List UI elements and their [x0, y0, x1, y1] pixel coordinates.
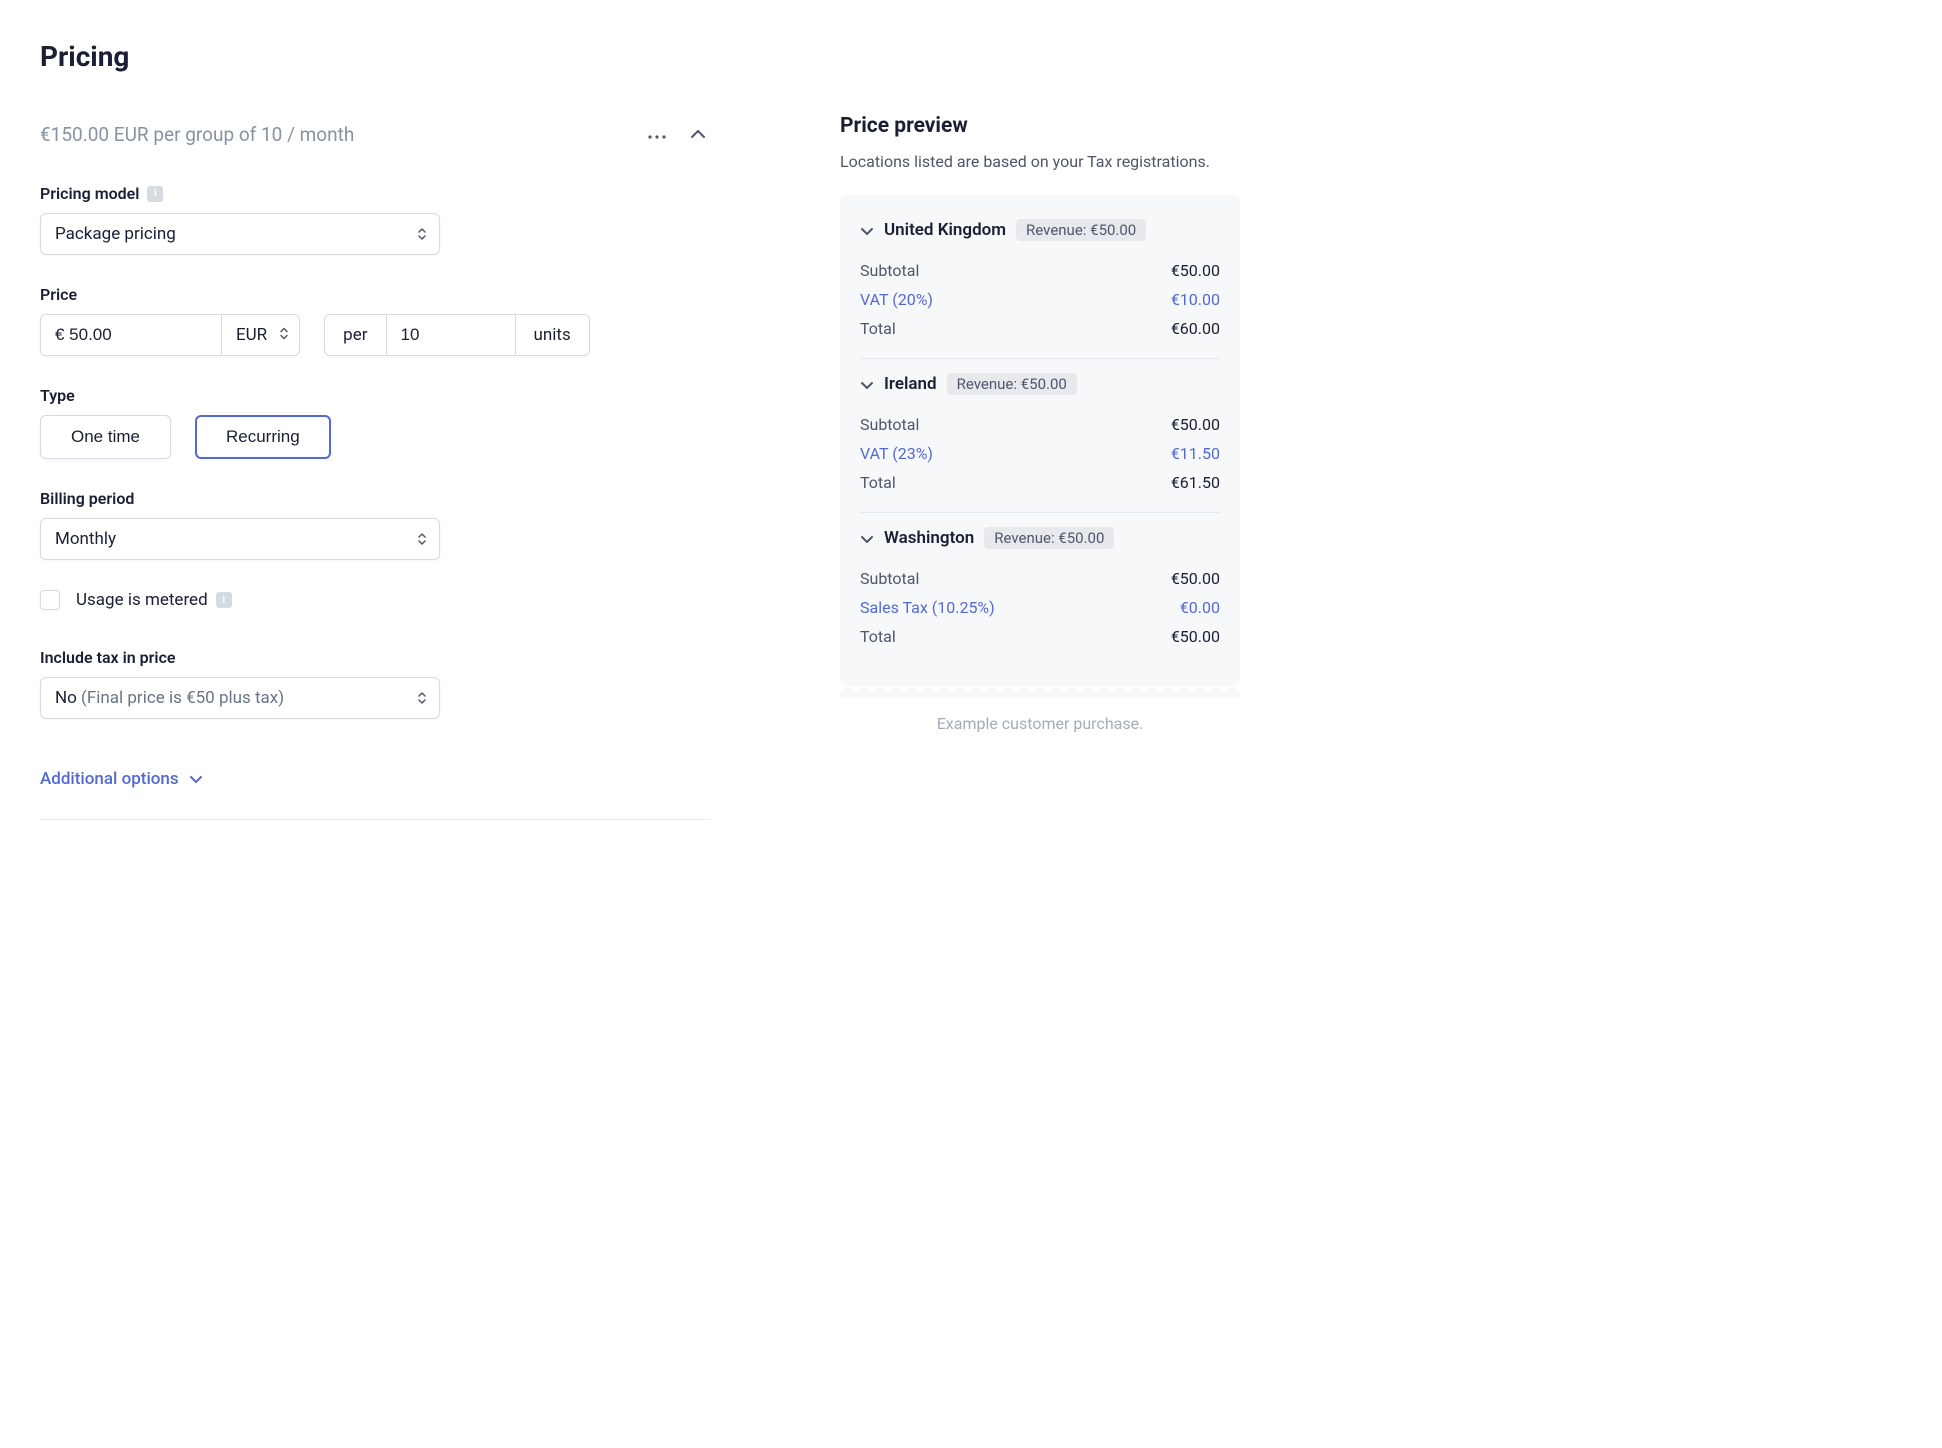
units-label: units — [516, 315, 589, 355]
usage-metered-label: Usage is metered — [76, 590, 208, 610]
subtotal-label: Subtotal — [860, 415, 919, 434]
billing-period-label: Billing period — [40, 489, 134, 508]
total-value: €60.00 — [1171, 319, 1220, 338]
location-block: United Kingdom Revenue: €50.00 Subtotal … — [860, 205, 1220, 359]
billing-period-select[interactable]: Monthly — [40, 518, 440, 560]
chevron-up-icon — [690, 127, 706, 142]
example-purchase-text: Example customer purchase. — [840, 714, 1240, 733]
include-tax-value-suffix: (Final price is €50 plus tax) — [81, 688, 284, 708]
chevron-down-icon — [189, 769, 203, 789]
location-block: Washington Revenue: €50.00 Subtotal €50.… — [860, 513, 1220, 666]
additional-options-toggle[interactable]: Additional options — [40, 769, 710, 789]
info-icon[interactable]: i — [147, 186, 163, 202]
per-label: per — [325, 315, 385, 355]
currency-select[interactable]: EUR — [221, 315, 299, 355]
chevron-down-icon[interactable] — [860, 375, 874, 394]
revenue-badge: Revenue: €50.00 — [947, 373, 1077, 395]
pricing-summary-text: €150.00 EUR per group of 10 / month — [40, 123, 354, 146]
price-label: Price — [40, 285, 77, 304]
tax-value: €0.00 — [1180, 598, 1220, 617]
collapse-button[interactable] — [686, 123, 710, 146]
location-block: Ireland Revenue: €50.00 Subtotal €50.00 … — [860, 359, 1220, 513]
total-value: €50.00 — [1171, 627, 1220, 646]
price-preview-card: United Kingdom Revenue: €50.00 Subtotal … — [840, 195, 1240, 686]
billing-period-value: Monthly — [55, 529, 116, 549]
subtotal-value: €50.00 — [1171, 569, 1220, 588]
page-title: Pricing — [40, 40, 710, 73]
type-label: Type — [40, 386, 75, 405]
location-name: Ireland — [884, 374, 937, 394]
chevron-down-icon[interactable] — [860, 221, 874, 240]
divider — [40, 819, 710, 820]
quantity-input[interactable] — [386, 315, 516, 355]
location-name: United Kingdom — [884, 220, 1006, 240]
subtotal-value: €50.00 — [1171, 261, 1220, 280]
revenue-badge: Revenue: €50.00 — [1016, 219, 1146, 241]
total-value: €61.50 — [1171, 473, 1220, 492]
usage-metered-checkbox[interactable] — [40, 590, 60, 610]
price-amount-input[interactable] — [41, 315, 221, 355]
subtotal-label: Subtotal — [860, 261, 919, 280]
currency-value: EUR — [236, 325, 267, 345]
location-name: Washington — [884, 528, 974, 548]
select-arrows-icon — [417, 227, 427, 241]
include-tax-value-prefix: No — [55, 688, 77, 708]
total-label: Total — [860, 473, 896, 492]
info-icon[interactable]: i — [216, 592, 232, 608]
subtotal-label: Subtotal — [860, 569, 919, 588]
include-tax-label: Include tax in price — [40, 648, 176, 667]
include-tax-select[interactable]: No (Final price is €50 plus tax) — [40, 677, 440, 719]
more-horizontal-icon — [648, 127, 666, 142]
tax-label: Sales Tax (10.25%) — [860, 598, 995, 617]
tax-label: VAT (20%) — [860, 290, 933, 309]
additional-options-label: Additional options — [40, 769, 179, 789]
price-preview-title: Price preview — [840, 114, 1240, 138]
total-label: Total — [860, 319, 896, 338]
subtotal-value: €50.00 — [1171, 415, 1220, 434]
pricing-model-label: Pricing model — [40, 184, 139, 203]
more-options-button[interactable] — [644, 123, 670, 146]
tax-value: €10.00 — [1171, 290, 1220, 309]
chevron-down-icon[interactable] — [860, 529, 874, 548]
pricing-model-select[interactable]: Package pricing — [40, 213, 440, 255]
tax-value: €11.50 — [1171, 444, 1220, 463]
tax-label: VAT (23%) — [860, 444, 933, 463]
select-arrows-icon — [417, 691, 427, 705]
revenue-badge: Revenue: €50.00 — [984, 527, 1114, 549]
select-arrows-icon — [417, 532, 427, 546]
type-recurring-button[interactable]: Recurring — [195, 415, 331, 459]
pricing-summary-row: €150.00 EUR per group of 10 / month — [40, 123, 710, 146]
type-one-time-button[interactable]: One time — [40, 415, 171, 459]
price-preview-subtitle: Locations listed are based on your Tax r… — [840, 152, 1240, 171]
total-label: Total — [860, 627, 896, 646]
pricing-model-value: Package pricing — [55, 224, 176, 244]
